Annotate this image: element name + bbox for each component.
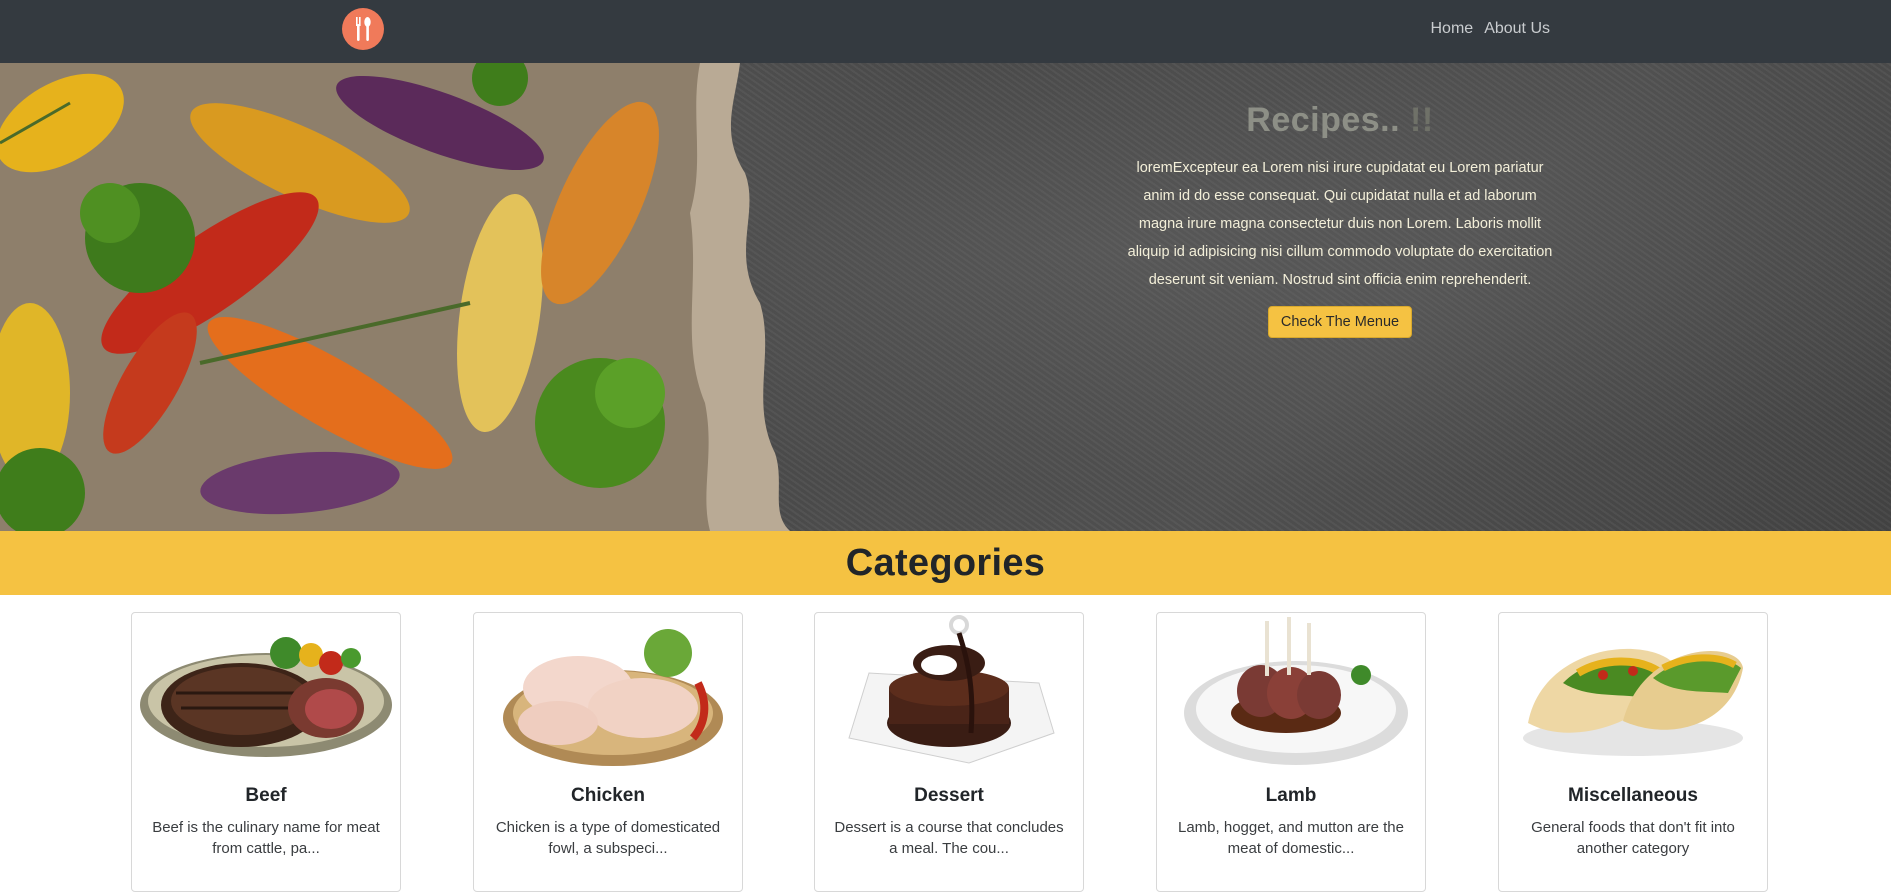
- hero-title-text: Recipes..: [1246, 101, 1401, 139]
- logo[interactable]: [342, 8, 384, 50]
- card-description: Chicken is a type of domesticated fowl, …: [495, 819, 721, 857]
- fork-spoon-icon: [356, 17, 371, 41]
- hero-title-trailing: !!: [1410, 101, 1434, 139]
- category-card-beef[interactable]: Beef Beef is the culinary name for meat …: [131, 612, 401, 892]
- nav-link-home[interactable]: Home: [1431, 20, 1474, 38]
- categories-header: Categories: [0, 531, 1891, 595]
- nav-link-about-us[interactable]: About Us: [1484, 20, 1550, 38]
- check-menu-button[interactable]: Check The Menue: [1267, 306, 1413, 338]
- hero-text: loremExcepteur ea Lorem nisi irure cupid…: [1127, 160, 1553, 288]
- hero-vegetables-image: [0, 63, 790, 531]
- chicken-image: [474, 613, 742, 771]
- card-title: Dessert: [914, 785, 984, 806]
- categories-title: Categories: [845, 541, 1046, 584]
- lamb-image: [1157, 613, 1425, 771]
- hero-title: Recipes.. !!: [1120, 101, 1560, 140]
- category-card-chicken[interactable]: Chicken Chicken is a type of domesticate…: [473, 612, 743, 892]
- card-title: Lamb: [1265, 785, 1317, 806]
- beef-image: [132, 613, 400, 771]
- category-card-dessert[interactable]: Dessert Dessert is a course that conclud…: [814, 612, 1084, 892]
- card-description: Dessert is a course that concludes a mea…: [834, 819, 1064, 857]
- card-description: Beef is the culinary name for meat from …: [152, 819, 380, 857]
- category-card-miscellaneous[interactable]: Miscellaneous General foods that don't f…: [1498, 612, 1768, 892]
- card-description: General foods that don't fit into anothe…: [1531, 819, 1735, 857]
- navbar: Home About Us: [0, 0, 1891, 63]
- card-title: Chicken: [571, 785, 645, 806]
- hero-content: Recipes.. !! loremExcepteur ea Lorem nis…: [1120, 101, 1560, 338]
- miscellaneous-image: [1499, 613, 1767, 771]
- hero-section: Recipes.. !! loremExcepteur ea Lorem nis…: [0, 63, 1891, 531]
- card-description: Lamb, hogget, and mutton are the meat of…: [1178, 819, 1404, 857]
- category-card-lamb[interactable]: Lamb Lamb, hogget, and mutton are the me…: [1156, 612, 1426, 892]
- card-title: Beef: [245, 785, 287, 806]
- card-title: Miscellaneous: [1568, 785, 1698, 806]
- dessert-image: [815, 613, 1083, 771]
- nav-links: Home About Us: [1431, 20, 1551, 38]
